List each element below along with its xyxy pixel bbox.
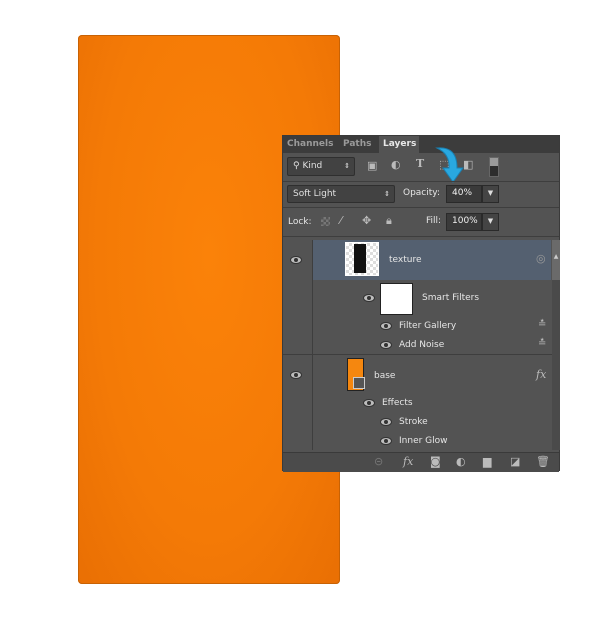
filter-item[interactable]: Add Noise	[399, 340, 444, 350]
divider	[283, 236, 559, 237]
shape-layer-icon	[353, 377, 365, 389]
tab-channels[interactable]: Channels	[287, 136, 333, 153]
lock-brush-icon[interactable]: ⁄	[340, 214, 342, 227]
lock-move-icon[interactable]: ✥	[362, 214, 371, 227]
add-mask-icon[interactable]: ◙	[430, 455, 441, 468]
effect-item[interactable]: Inner Glow	[399, 436, 448, 446]
scroll-up-icon[interactable]: ▲	[552, 240, 560, 280]
tab-paths[interactable]: Paths	[343, 136, 375, 153]
visibility-eye-icon[interactable]	[380, 437, 392, 445]
visibility-eye-icon[interactable]	[380, 322, 392, 330]
type-filter-icon[interactable]: T	[416, 157, 424, 170]
panel-tabs: Channels Paths Layers	[283, 136, 559, 153]
filter-options-icon[interactable]: ≛	[538, 319, 546, 330]
filter-item[interactable]: Filter Gallery	[399, 321, 456, 331]
lock-transparent-icon[interactable]	[321, 217, 330, 226]
lock-label: Lock:	[288, 217, 312, 227]
scrollbar[interactable]: ▲	[552, 240, 560, 450]
layer-name[interactable]: base	[374, 371, 395, 381]
pixel-filter-icon[interactable]: ▣	[367, 159, 377, 172]
filter-options-icon[interactable]: ≛	[538, 338, 546, 349]
adjustment-filter-icon[interactable]: ◐	[391, 158, 401, 171]
updown-icon: ⇕	[384, 190, 390, 198]
divider	[283, 207, 559, 208]
layer-thumbnail	[345, 242, 379, 276]
adjustment-layer-icon[interactable]: ◐	[456, 455, 466, 468]
effect-item[interactable]: Stroke	[399, 417, 428, 427]
opacity-label: Opacity:	[403, 188, 440, 198]
opacity-dropdown[interactable]: ▼	[482, 185, 499, 203]
add-style-icon[interactable]: fx	[403, 455, 413, 468]
visibility-eye-icon[interactable]	[363, 399, 375, 407]
divider	[283, 181, 559, 182]
visibility-eye-icon[interactable]	[363, 294, 375, 302]
effects-label: Effects	[382, 398, 413, 408]
layers-panel: Channels Paths Layers ⚲ Kind ⇕ ▣ ◐ T ⬚ ◧…	[282, 135, 560, 472]
blend-mode-value: Soft Light	[293, 189, 337, 199]
fill-dropdown[interactable]: ▼	[482, 213, 499, 231]
fill-label: Fill:	[426, 216, 442, 226]
updown-icon: ⇕	[344, 162, 350, 170]
divider	[283, 354, 559, 355]
smart-filter-mask-thumbnail	[380, 283, 413, 315]
lock-all-icon[interactable]: 🔒︎	[386, 214, 392, 228]
fill-input[interactable]: 100%	[446, 213, 482, 231]
arrow-annotation-icon	[435, 147, 464, 183]
blend-mode-select[interactable]: Soft Light ⇕	[287, 185, 395, 203]
visibility-eye-icon[interactable]	[290, 256, 302, 264]
visibility-eye-icon[interactable]	[380, 341, 392, 349]
tab-layers[interactable]: Layers	[379, 136, 419, 153]
visibility-eye-icon[interactable]	[290, 371, 302, 379]
link-layers-icon[interactable]: ⊝	[374, 455, 383, 468]
filter-kind-select[interactable]: ⚲ Kind ⇕	[287, 157, 355, 176]
layer-name[interactable]: texture	[389, 255, 422, 265]
visibility-eye-icon[interactable]	[380, 418, 392, 426]
trash-icon[interactable]: 🗑︎	[536, 455, 550, 468]
fx-badge[interactable]: fx	[536, 368, 546, 381]
filter-kind-label: Kind	[302, 161, 323, 171]
group-folder-icon[interactable]: ▆	[483, 455, 491, 468]
opacity-input[interactable]: 40%	[446, 185, 482, 203]
new-layer-icon[interactable]: ◪	[510, 455, 520, 468]
smart-filters-label: Smart Filters	[422, 293, 480, 303]
panel-footer: ⊝ fx ◙ ◐ ▆ ◪ 🗑︎	[283, 452, 559, 472]
filter-toggle[interactable]	[489, 157, 499, 177]
smart-filter-badge-icon: ◎	[536, 252, 546, 265]
